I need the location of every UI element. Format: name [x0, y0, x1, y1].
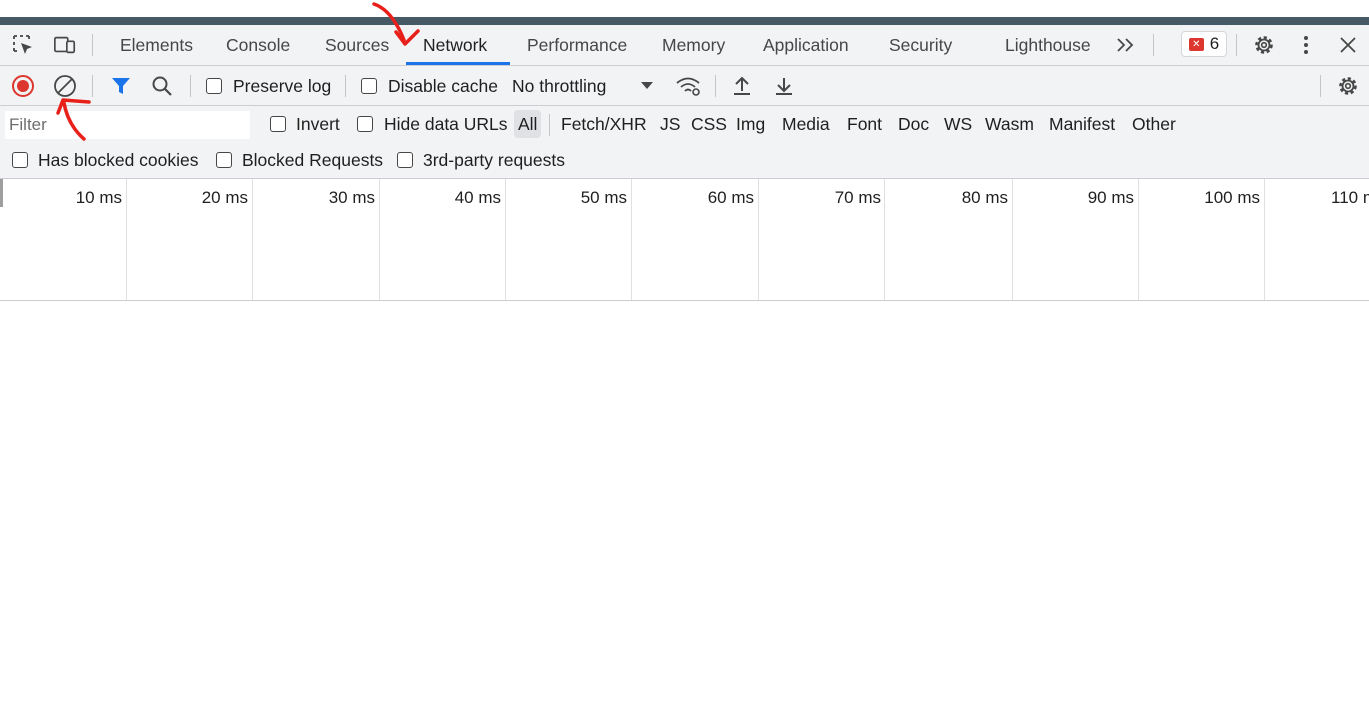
network-conditions-icon[interactable]: [675, 74, 703, 98]
record-stop-icon[interactable]: [11, 74, 35, 98]
timeline-gridline: [505, 179, 506, 300]
hide-data-urls-label[interactable]: Hide data URLs: [384, 114, 508, 135]
timeline-tick-label: 50 ms: [580, 188, 627, 207]
timeline-tick-label: 110 ms: [1331, 188, 1369, 207]
timeline-tick-label: 20 ms: [201, 188, 248, 207]
type-filter-fetch-xhr[interactable]: Fetch/XHR: [557, 110, 651, 138]
inspect-element-icon[interactable]: [11, 33, 35, 57]
close-icon[interactable]: [1336, 33, 1360, 57]
filter-bar: Invert Hide data URLs All Fetch/XHR JS C…: [0, 106, 1369, 142]
hide-data-urls-checkbox[interactable]: [357, 116, 373, 132]
timeline-tick-label: 70 ms: [834, 188, 881, 207]
type-filter-wasm[interactable]: Wasm: [981, 110, 1038, 138]
divider: [715, 75, 716, 97]
settings-gear-icon[interactable]: [1252, 33, 1276, 57]
preserve-log-label[interactable]: Preserve log: [233, 76, 331, 97]
type-filter-media[interactable]: Media: [778, 110, 834, 138]
third-party-requests-label[interactable]: 3rd-party requests: [423, 150, 565, 171]
clear-icon[interactable]: [53, 74, 77, 98]
filter-icon[interactable]: [109, 74, 133, 98]
timeline-gridline: [252, 179, 253, 300]
devtools-tab-bar: Elements Console Sources Network Perform…: [0, 25, 1369, 66]
timeline-gridline: [884, 179, 885, 300]
divider: [345, 75, 346, 97]
type-filter-all[interactable]: All: [514, 110, 542, 138]
tab-sources[interactable]: Sources: [325, 25, 389, 65]
timeline-tick-label: 80 ms: [961, 188, 1008, 207]
network-settings-icon[interactable]: [1336, 74, 1360, 98]
blocked-requests-label[interactable]: Blocked Requests: [242, 150, 383, 171]
third-party-requests-checkbox[interactable]: [397, 152, 413, 168]
divider: [190, 75, 191, 97]
tab-console[interactable]: Console: [226, 25, 290, 65]
network-toolbar: Preserve log Disable cache No throttling: [0, 66, 1369, 106]
type-filter-css[interactable]: CSS: [687, 110, 731, 138]
timeline-range-handle[interactable]: [0, 179, 3, 207]
invert-label[interactable]: Invert: [296, 114, 340, 135]
more-tabs-icon[interactable]: [1114, 33, 1138, 57]
type-filter-other[interactable]: Other: [1128, 110, 1180, 138]
window-edge-bar: [0, 17, 1369, 25]
timeline-gridline: [379, 179, 380, 300]
throttling-select[interactable]: No throttling: [512, 76, 606, 97]
import-har-icon[interactable]: [730, 74, 754, 98]
has-blocked-cookies-checkbox[interactable]: [12, 152, 28, 168]
timeline-gridline: [758, 179, 759, 300]
divider: [92, 34, 93, 56]
preserve-log-checkbox[interactable]: [206, 78, 222, 94]
tab-network[interactable]: Network: [423, 25, 487, 65]
active-tab-indicator: [406, 62, 510, 65]
type-filter-img[interactable]: Img: [732, 110, 769, 138]
tab-security[interactable]: Security: [889, 25, 952, 65]
has-blocked-cookies-label[interactable]: Has blocked cookies: [38, 150, 199, 171]
tab-lighthouse[interactable]: Lighthouse: [1005, 25, 1091, 65]
divider: [1320, 75, 1321, 97]
divider: [92, 75, 93, 97]
device-toggle-icon[interactable]: [53, 33, 77, 57]
timeline-tick-label: 10 ms: [75, 188, 122, 207]
timeline-tick-label: 30 ms: [328, 188, 375, 207]
export-har-icon[interactable]: [772, 74, 796, 98]
timeline-gridline: [1264, 179, 1265, 300]
tab-elements[interactable]: Elements: [120, 25, 193, 65]
disable-cache-label[interactable]: Disable cache: [388, 76, 498, 97]
timeline-gridline: [126, 179, 127, 300]
disable-cache-checkbox[interactable]: [361, 78, 377, 94]
timeline-tick-label: 100 ms: [1204, 188, 1260, 207]
timeline-tick-label: 60 ms: [707, 188, 754, 207]
error-count-badge[interactable]: ✕ 6: [1181, 31, 1227, 57]
divider: [1236, 34, 1237, 56]
dropdown-arrow-icon[interactable]: [635, 74, 659, 98]
type-filter-manifest[interactable]: Manifest: [1045, 110, 1119, 138]
timeline-overview[interactable]: 10 ms 20 ms 30 ms 40 ms 50 ms 60 ms 70 m…: [0, 179, 1369, 301]
kebab-menu-icon[interactable]: [1294, 33, 1318, 57]
type-filter-doc[interactable]: Doc: [894, 110, 933, 138]
error-count: 6: [1209, 34, 1220, 53]
tab-performance[interactable]: Performance: [527, 25, 627, 65]
divider: [1153, 34, 1154, 56]
blocked-requests-checkbox[interactable]: [216, 152, 232, 168]
timeline-tick-label: 40 ms: [454, 188, 501, 207]
timeline-gridline: [631, 179, 632, 300]
timeline-tick-label: 90 ms: [1087, 188, 1134, 207]
type-filter-font[interactable]: Font: [843, 110, 886, 138]
search-icon[interactable]: [150, 74, 174, 98]
timeline-gridline: [1138, 179, 1139, 300]
timeline-gridline: [1012, 179, 1013, 300]
divider: [549, 114, 550, 136]
blocked-filters-bar: Has blocked cookies Blocked Requests 3rd…: [0, 142, 1369, 179]
type-filter-js[interactable]: JS: [656, 110, 684, 138]
tab-application[interactable]: Application: [763, 25, 849, 65]
filter-input[interactable]: [5, 111, 250, 139]
invert-checkbox[interactable]: [270, 116, 286, 132]
tab-memory[interactable]: Memory: [662, 25, 725, 65]
error-icon: ✕: [1188, 37, 1204, 51]
type-filter-ws[interactable]: WS: [940, 110, 976, 138]
top-white-strip: [0, 0, 1369, 17]
